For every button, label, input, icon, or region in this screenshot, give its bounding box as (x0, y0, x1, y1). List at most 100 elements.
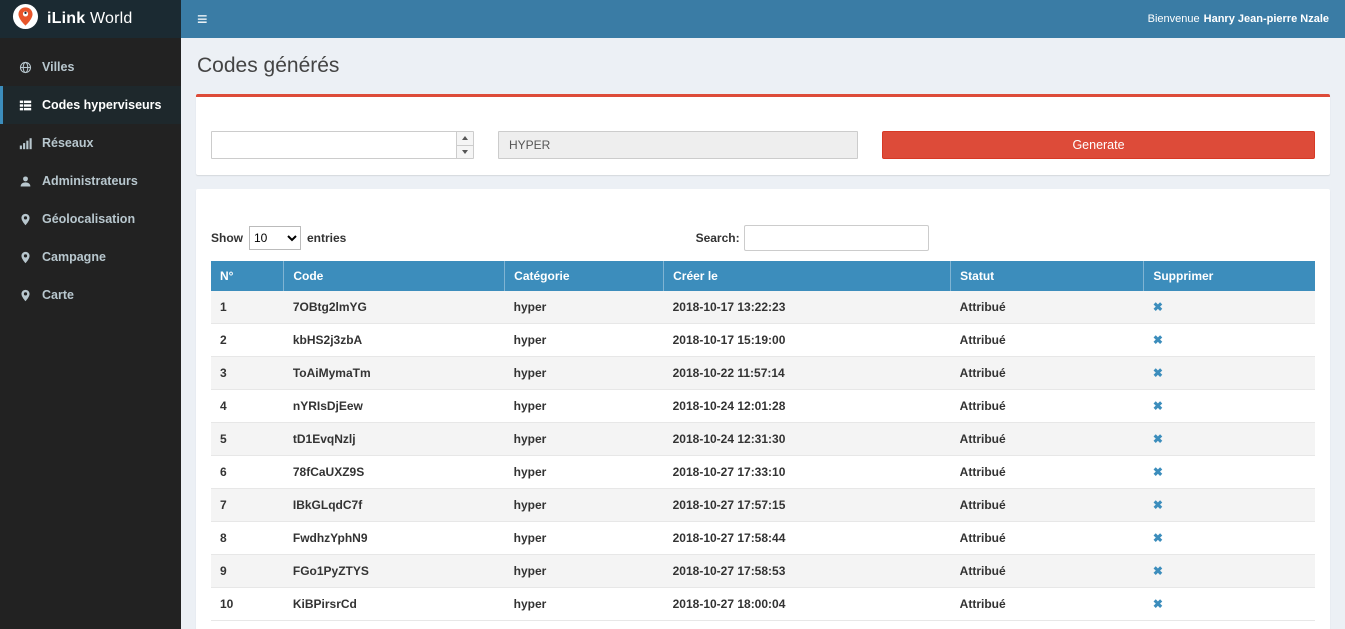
search-input[interactable] (744, 225, 929, 251)
user-name[interactable]: Hanry Jean-pierre Nzale (1204, 13, 1329, 25)
quantity-field-wrap (211, 131, 474, 159)
sidebar-item-label: Campagne (42, 250, 106, 264)
cell-code: FGo1PyZTYS (284, 555, 505, 588)
spinner-up-icon[interactable] (457, 132, 473, 146)
cell-category: hyper (505, 555, 664, 588)
marker-icon (18, 289, 32, 302)
table-row: 3 ToAiMymaTm hyper 2018-10-22 11:57:14 A… (211, 357, 1315, 390)
brand[interactable]: iLink World (0, 0, 181, 38)
globe-icon (18, 61, 32, 74)
user-icon (18, 175, 32, 188)
cell-created: 2018-10-17 13:22:23 (664, 291, 951, 324)
sidebar-item-geolocalisation[interactable]: Géolocalisation (0, 200, 181, 238)
spinner-down-icon[interactable] (457, 146, 473, 159)
cell-num: 1 (211, 291, 284, 324)
entries-label: entries (307, 231, 346, 245)
cell-code: IBkGLqdC7f (284, 489, 505, 522)
codes-panel: Show 10 entries Search: N° (196, 189, 1330, 629)
cell-category: hyper (505, 489, 664, 522)
header-code[interactable]: Code (284, 261, 505, 291)
show-label: Show (211, 231, 243, 245)
sidebar-item-villes[interactable]: Villes (0, 48, 181, 86)
cell-code: ToAiMymaTm (284, 357, 505, 390)
cell-code: tD1EvqNzlj (284, 423, 505, 456)
marker-icon (18, 213, 32, 226)
header-category[interactable]: Catégorie (505, 261, 664, 291)
table-row: 7 IBkGLqdC7f hyper 2018-10-27 17:57:15 A… (211, 489, 1315, 522)
cell-status: Attribué (951, 456, 1144, 489)
cell-num: 10 (211, 588, 284, 621)
sidebar-item-codes-hyperviseurs[interactable]: Codes hyperviseurs (0, 86, 181, 124)
brand-light: World (85, 10, 132, 27)
header-created[interactable]: Créer le (664, 261, 951, 291)
delete-icon[interactable]: ✖ (1153, 333, 1163, 347)
cell-status: Attribué (951, 522, 1144, 555)
sidebar-item-campagne[interactable]: Campagne (0, 238, 181, 276)
delete-icon[interactable]: ✖ (1153, 465, 1163, 479)
sidebar-item-reseaux[interactable]: Réseaux (0, 124, 181, 162)
sidebar-item-label: Réseaux (42, 136, 93, 150)
generate-button[interactable]: Generate (882, 131, 1315, 159)
category-input (498, 131, 858, 159)
quantity-input[interactable] (211, 131, 474, 159)
cell-created: 2018-10-27 17:58:44 (664, 522, 951, 555)
cell-created: 2018-10-24 12:01:28 (664, 390, 951, 423)
cell-num: 6 (211, 456, 284, 489)
ilink-logo-icon (12, 3, 39, 35)
cell-status: Attribué (951, 489, 1144, 522)
delete-icon[interactable]: ✖ (1153, 597, 1163, 611)
sidebar-item-label: Carte (42, 288, 74, 302)
cell-category: hyper (505, 588, 664, 621)
sidebar-item-label: Codes hyperviseurs (42, 98, 162, 112)
cell-num: 8 (211, 522, 284, 555)
cell-created: 2018-10-24 12:31:30 (664, 423, 951, 456)
cell-num: 9 (211, 555, 284, 588)
sidebar-item-administrateurs[interactable]: Administrateurs (0, 162, 181, 200)
delete-icon[interactable]: ✖ (1153, 498, 1163, 512)
cell-created: 2018-10-27 17:33:10 (664, 456, 951, 489)
delete-icon[interactable]: ✖ (1153, 399, 1163, 413)
sidebar-toggle-icon[interactable]: ≡ (197, 10, 208, 28)
app-window: iLink World ≡ BienvenueHanry Jean-pierre… (0, 0, 1345, 629)
cell-num: 3 (211, 357, 284, 390)
cell-category: hyper (505, 423, 664, 456)
table-row: 9 FGo1PyZTYS hyper 2018-10-27 17:58:53 A… (211, 555, 1315, 588)
sidebar: Villes Codes hyperviseurs Réseaux Admini… (0, 38, 181, 629)
cell-num: 2 (211, 324, 284, 357)
header-delete[interactable]: Supprimer (1144, 261, 1315, 291)
cell-category: hyper (505, 522, 664, 555)
cell-category: hyper (505, 324, 664, 357)
delete-icon[interactable]: ✖ (1153, 564, 1163, 578)
cell-num: 7 (211, 489, 284, 522)
delete-icon[interactable]: ✖ (1153, 432, 1163, 446)
table-row: 4 nYRIsDjEew hyper 2018-10-24 12:01:28 A… (211, 390, 1315, 423)
cell-category: hyper (505, 291, 664, 324)
delete-icon[interactable]: ✖ (1153, 366, 1163, 380)
quantity-spinner[interactable] (456, 132, 473, 158)
sidebar-item-carte[interactable]: Carte (0, 276, 181, 314)
table-controls: Show 10 entries Search: (211, 225, 1315, 251)
delete-icon[interactable]: ✖ (1153, 300, 1163, 314)
table-row: 8 FwdhzYphN9 hyper 2018-10-27 17:58:44 A… (211, 522, 1315, 555)
table-row: 5 tD1EvqNzlj hyper 2018-10-24 12:31:30 A… (211, 423, 1315, 456)
cell-created: 2018-10-27 18:00:04 (664, 588, 951, 621)
cell-status: Attribué (951, 588, 1144, 621)
sidebar-item-label: Géolocalisation (42, 212, 135, 226)
header-num[interactable]: N° (211, 261, 284, 291)
cell-code: 78fCaUXZ9S (284, 456, 505, 489)
cell-status: Attribué (951, 357, 1144, 390)
cell-code: nYRIsDjEew (284, 390, 505, 423)
navbar: ≡ BienvenueHanry Jean-pierre Nzale (181, 0, 1345, 38)
cell-num: 5 (211, 423, 284, 456)
cell-code: FwdhzYphN9 (284, 522, 505, 555)
page-size-select[interactable]: 10 (249, 226, 301, 250)
generator-form: Generate (211, 131, 1315, 159)
delete-icon[interactable]: ✖ (1153, 531, 1163, 545)
search-label: Search: (696, 231, 740, 245)
main-content: Codes générés Generate (181, 38, 1345, 629)
generator-panel: Generate (196, 94, 1330, 175)
table-row: 10 KiBPirsrCd hyper 2018-10-27 18:00:04 … (211, 588, 1315, 621)
table-row: 6 78fCaUXZ9S hyper 2018-10-27 17:33:10 A… (211, 456, 1315, 489)
header-status[interactable]: Statut (951, 261, 1144, 291)
search-control: Search: (696, 225, 929, 251)
